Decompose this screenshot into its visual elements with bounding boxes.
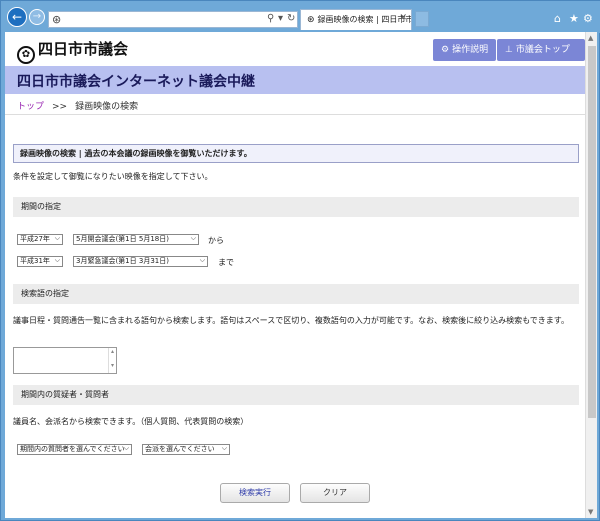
questioner-section-heading: 期間内の質疑者・質問者 <box>13 385 579 405</box>
page-scrollbar[interactable]: ▲ ▼ <box>585 32 597 518</box>
breadcrumb-home-link[interactable]: トップ <box>17 102 44 112</box>
page-title: 四日市市議会インターネット議会中継 <box>17 74 255 90</box>
title-banner: 四日市市議会インターネット議会中継 <box>5 66 585 94</box>
tab-title: 録画映像の検索 | 四日市市... <box>317 15 412 24</box>
site-logo[interactable]: ✿ 四日市市議会 <box>17 38 128 64</box>
home-icon[interactable]: ⌂ <box>554 12 561 25</box>
clear-button[interactable]: クリア <box>300 483 370 503</box>
forward-button[interactable]: → <box>29 9 45 25</box>
gear-icon: ⚙ <box>441 45 450 55</box>
help-button[interactable]: ⚙ 操作説明 <box>433 39 497 61</box>
to-year-select[interactable]: 平成31年 <box>17 256 63 267</box>
dropdown-icon[interactable]: ▾ <box>278 13 283 24</box>
divider <box>5 114 585 115</box>
refresh-icon[interactable]: ↻ <box>287 13 295 24</box>
logo-text: 四日市市議会 <box>38 40 129 58</box>
textarea-scrollbar[interactable]: ▴ ▾ <box>108 348 116 373</box>
from-session-select[interactable]: 5月開会議会(第1日 5月18日) <box>73 234 199 245</box>
favorites-star-icon[interactable]: ★ <box>569 12 579 25</box>
gear-icon[interactable]: ⚙ <box>583 12 593 25</box>
keyword-description: 議事日程・質問通告一覧に含まれる語句から検索します。語句はスペースで区切り、複数… <box>13 316 569 325</box>
keyword-section-heading: 検索語の指定 <box>13 284 579 304</box>
tab-favicon-icon: ⊛ <box>307 15 315 25</box>
back-button[interactable]: ← <box>7 7 27 27</box>
browser-tab[interactable]: ⊛ 録画映像の検索 | 四日市市... ✕ <box>300 9 412 30</box>
sitemap-icon: ⊥ <box>505 45 513 55</box>
to-session-select[interactable]: 3月緊急議会(第1日 3月31日) <box>73 256 208 267</box>
period-section-heading: 期間の指定 <box>13 197 579 217</box>
browser-toolbar: ← → ⊛ ⚲ ▾ ↻ ⊛ 録画映像の検索 | 四日市市... ✕ ⌂ ★ ⚙ <box>1 1 600 33</box>
faction-select[interactable]: 会派を選んでください <box>142 444 230 455</box>
member-select[interactable]: 期間内の質問者を選んでください <box>17 444 132 455</box>
city-emblem-icon: ✿ <box>17 46 35 64</box>
from-label: から <box>208 236 224 245</box>
to-label: まで <box>218 258 234 267</box>
browser-window: ← → ⊛ ⚲ ▾ ↻ ⊛ 録画映像の検索 | 四日市市... ✕ ⌂ ★ ⚙ ✿… <box>0 0 600 521</box>
scrollbar-thumb[interactable] <box>588 46 596 418</box>
scroll-down-icon[interactable]: ▼ <box>588 508 593 516</box>
questioner-description: 議員名、会派名から検索できます。（個人質問、代表質問の検索） <box>13 417 249 426</box>
search-icon[interactable]: ⚲ <box>267 13 274 24</box>
breadcrumb-separator: >> <box>52 102 68 112</box>
new-tab-button[interactable] <box>415 11 429 27</box>
address-bar[interactable]: ⊛ ⚲ ▾ ↻ <box>48 11 298 28</box>
breadcrumb: トップ >> 録画映像の検索 <box>17 99 138 112</box>
web-page: ✿四日市市議会 ⚙操作説明 ⊥市議会トップへ 四日市市議会インターネット議会中継… <box>5 32 585 518</box>
breadcrumb-current: 録画映像の検索 <box>75 102 139 112</box>
close-icon[interactable]: ✕ <box>399 13 407 23</box>
search-button[interactable]: 検索実行 <box>220 483 290 503</box>
keyword-input[interactable]: ▴ ▾ <box>13 347 117 374</box>
help-button-label: 操作説明 <box>452 45 489 55</box>
council-top-button[interactable]: ⊥市議会トップへ <box>497 39 585 77</box>
notice-box: 録画映像の検索 | 過去の本会議の録画映像を御覧いただけます。 <box>13 144 579 163</box>
scroll-up-icon[interactable]: ▲ <box>588 34 593 42</box>
from-year-select[interactable]: 平成27年 <box>17 234 63 245</box>
site-globe-icon: ⊛ <box>52 13 62 26</box>
site-header: ✿四日市市議会 ⚙操作説明 ⊥市議会トップへ <box>5 32 585 77</box>
intro-text: 条件を設定して御覧になりたい映像を指定して下さい。 <box>13 172 213 181</box>
